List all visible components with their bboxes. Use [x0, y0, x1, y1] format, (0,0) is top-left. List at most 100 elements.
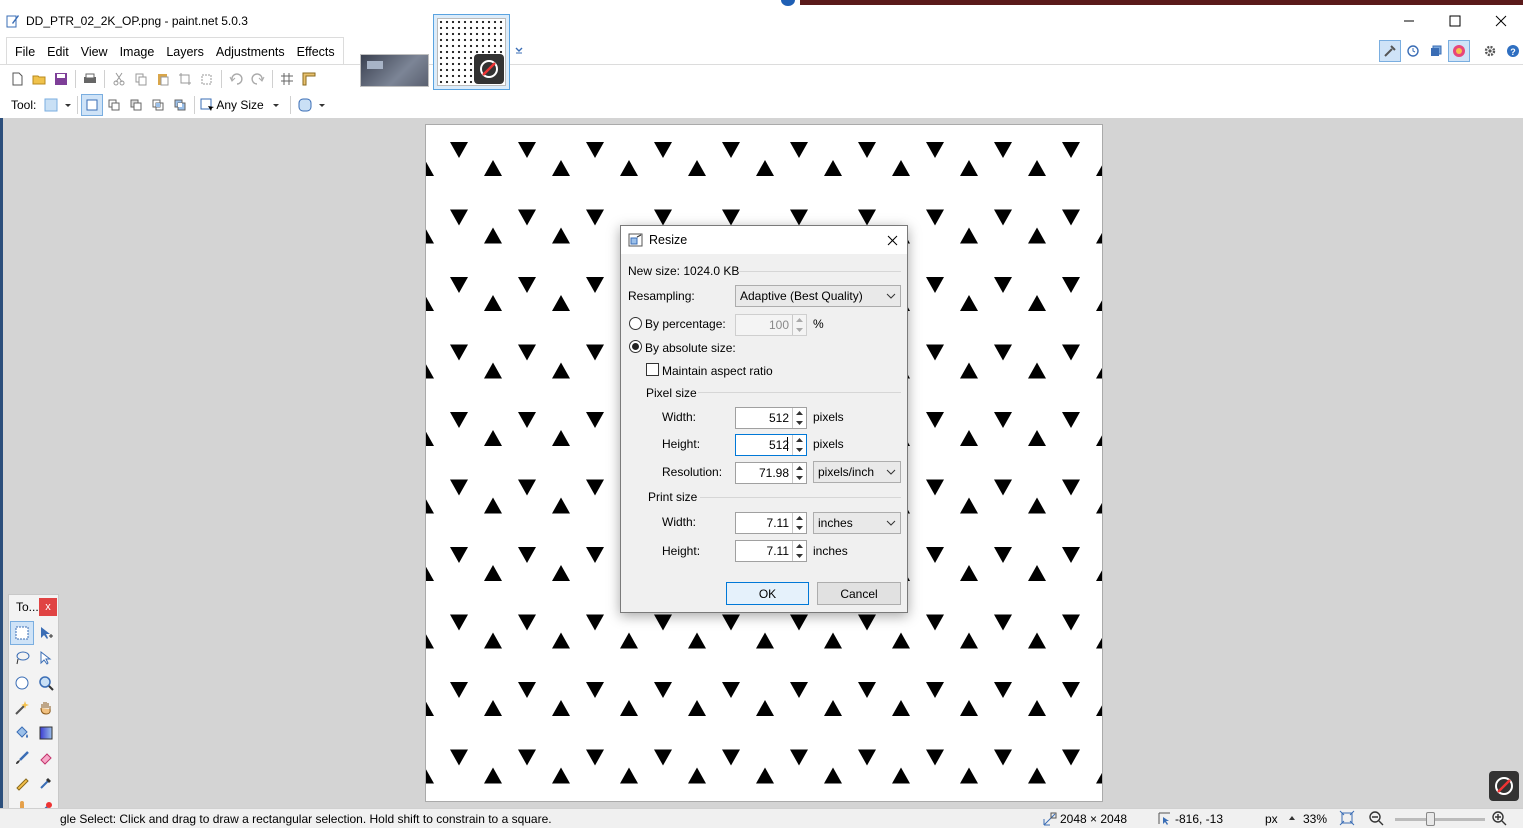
menu-edit[interactable]: Edit — [41, 39, 75, 65]
zoom-in-icon[interactable] — [1491, 810, 1507, 826]
print-width-input[interactable]: 7.11 — [735, 512, 807, 534]
colors-window-icon[interactable] — [1448, 40, 1470, 62]
pixel-width-input[interactable]: 512 — [735, 407, 807, 429]
percentage-input[interactable]: 100 — [735, 314, 807, 336]
pattern-triangle — [552, 497, 570, 514]
crop-icon[interactable] — [174, 68, 196, 90]
antialiasing-icon[interactable] — [294, 94, 316, 116]
new-file-icon[interactable] — [6, 68, 28, 90]
pixel-height-input[interactable]: 512 — [735, 434, 807, 456]
maximize-button[interactable] — [1432, 6, 1478, 36]
resolution-unit-dropdown[interactable]: pixels/inch — [813, 461, 901, 483]
image-tab-thumbnail-active[interactable] — [433, 14, 510, 90]
gradient-tool-icon[interactable] — [34, 721, 58, 745]
copy-icon[interactable] — [130, 68, 152, 90]
move-selected-tool-icon[interactable] — [34, 621, 58, 645]
pencil-tool-icon[interactable] — [10, 771, 34, 795]
size-mode-chevron-icon[interactable] — [270, 94, 282, 116]
by-absolute-size-label[interactable]: By absolute size: — [645, 341, 736, 355]
paintbrush-tool-icon[interactable] — [10, 746, 34, 770]
close-button[interactable] — [1478, 6, 1523, 36]
color-picker-tool-icon[interactable] — [34, 771, 58, 795]
image-tab-thumbnail-1[interactable] — [360, 54, 429, 87]
grid-icon[interactable] — [276, 68, 298, 90]
units-selector[interactable]: px — [1265, 812, 1278, 826]
menu-view[interactable]: View — [75, 39, 114, 65]
pattern-triangle — [552, 295, 570, 311]
settings-gear-icon[interactable] — [1479, 40, 1501, 62]
print-icon[interactable] — [79, 68, 101, 90]
pattern-triangle — [450, 749, 468, 766]
paint-bucket-tool-icon[interactable] — [10, 721, 34, 745]
tools-panel-close-button[interactable]: x — [39, 598, 57, 616]
ellipse-select-tool-icon[interactable] — [10, 671, 34, 695]
pixel-width-spinner[interactable] — [792, 408, 806, 428]
minimize-button[interactable] — [1386, 6, 1432, 36]
move-selection-tool-icon[interactable] — [34, 646, 58, 670]
undo-icon[interactable] — [225, 68, 247, 90]
plugin-overlay-icon[interactable] — [1489, 771, 1519, 801]
by-percentage-label[interactable]: By percentage: — [645, 317, 726, 331]
open-file-icon[interactable] — [28, 68, 50, 90]
tools-window-icon[interactable] — [1379, 40, 1401, 62]
menu-image[interactable]: Image — [114, 39, 161, 65]
maintain-aspect-label[interactable]: Maintain aspect ratio — [662, 364, 773, 378]
selection-mode-exclude-icon[interactable] — [125, 94, 147, 116]
eraser-tool-icon[interactable] — [34, 746, 58, 770]
pattern-triangle — [756, 632, 774, 649]
pattern-triangle — [722, 614, 740, 631]
antialiasing-chevron-icon[interactable] — [316, 94, 328, 116]
zoom-level[interactable]: 33% — [1303, 812, 1327, 826]
resolution-input[interactable]: 71.98 — [735, 462, 807, 484]
print-width-spinner[interactable] — [792, 513, 806, 533]
current-tool-rectangle-select-icon[interactable] — [40, 94, 62, 116]
rectangle-select-tool-icon[interactable] — [10, 621, 34, 645]
zoom-slider-thumb[interactable] — [1426, 812, 1435, 826]
maintain-aspect-checkbox[interactable] — [646, 363, 659, 376]
ruler-icon[interactable] — [298, 68, 320, 90]
size-mode-label[interactable]: Any Size — [216, 98, 263, 112]
redo-icon[interactable] — [247, 68, 269, 90]
units-up-arrow-icon[interactable] — [1288, 812, 1296, 824]
print-height-input[interactable]: 7.11 — [735, 540, 807, 562]
paste-icon[interactable] — [152, 68, 174, 90]
pattern-triangle — [1028, 700, 1046, 716]
zoom-out-icon[interactable] — [1368, 810, 1384, 826]
zoom-slider-track[interactable] — [1395, 818, 1485, 821]
by-absolute-size-radio[interactable] — [629, 340, 642, 353]
zoom-to-window-icon[interactable] — [1339, 810, 1355, 826]
pan-tool-icon[interactable] — [34, 696, 58, 720]
magic-wand-tool-icon[interactable] — [10, 696, 34, 720]
selection-mode-union-icon[interactable] — [103, 94, 125, 116]
print-height-spinner[interactable] — [792, 541, 806, 561]
cut-icon[interactable] — [108, 68, 130, 90]
menu-effects[interactable]: Effects — [291, 39, 341, 65]
selection-mode-replace-icon[interactable] — [81, 94, 104, 116]
image-size-icon — [1043, 812, 1057, 826]
menu-layers[interactable]: Layers — [160, 39, 210, 65]
image-list-chevron-icon[interactable] — [514, 45, 524, 55]
percentage-spinner[interactable] — [792, 315, 806, 335]
pixel-height-spinner[interactable] — [792, 435, 806, 455]
ok-button[interactable]: OK — [726, 582, 809, 605]
cancel-button[interactable]: Cancel — [817, 582, 901, 605]
tool-dropdown-chevron-icon[interactable] — [62, 94, 74, 116]
print-unit-dropdown[interactable]: inches — [813, 512, 901, 534]
by-percentage-radio[interactable] — [629, 317, 642, 330]
layers-window-icon[interactable] — [1425, 40, 1447, 62]
menu-adjustments[interactable]: Adjustments — [210, 39, 291, 65]
save-file-icon[interactable] — [50, 68, 72, 90]
resolution-spinner[interactable] — [792, 463, 806, 483]
menu-file[interactable]: File — [9, 39, 41, 65]
dialog-close-button[interactable] — [877, 226, 907, 254]
selection-mode-xor-icon[interactable] — [169, 94, 191, 116]
lasso-select-tool-icon[interactable] — [10, 646, 34, 670]
help-icon[interactable]: ? — [1502, 40, 1523, 62]
pattern-triangle — [450, 682, 468, 698]
resampling-dropdown[interactable]: Adaptive (Best Quality) — [735, 285, 901, 307]
selection-mode-intersect-icon[interactable] — [147, 94, 169, 116]
deselect-icon[interactable] — [196, 68, 218, 90]
zoom-tool-icon[interactable] — [34, 671, 58, 695]
history-window-icon[interactable] — [1402, 40, 1424, 62]
pattern-triangle — [892, 160, 910, 176]
